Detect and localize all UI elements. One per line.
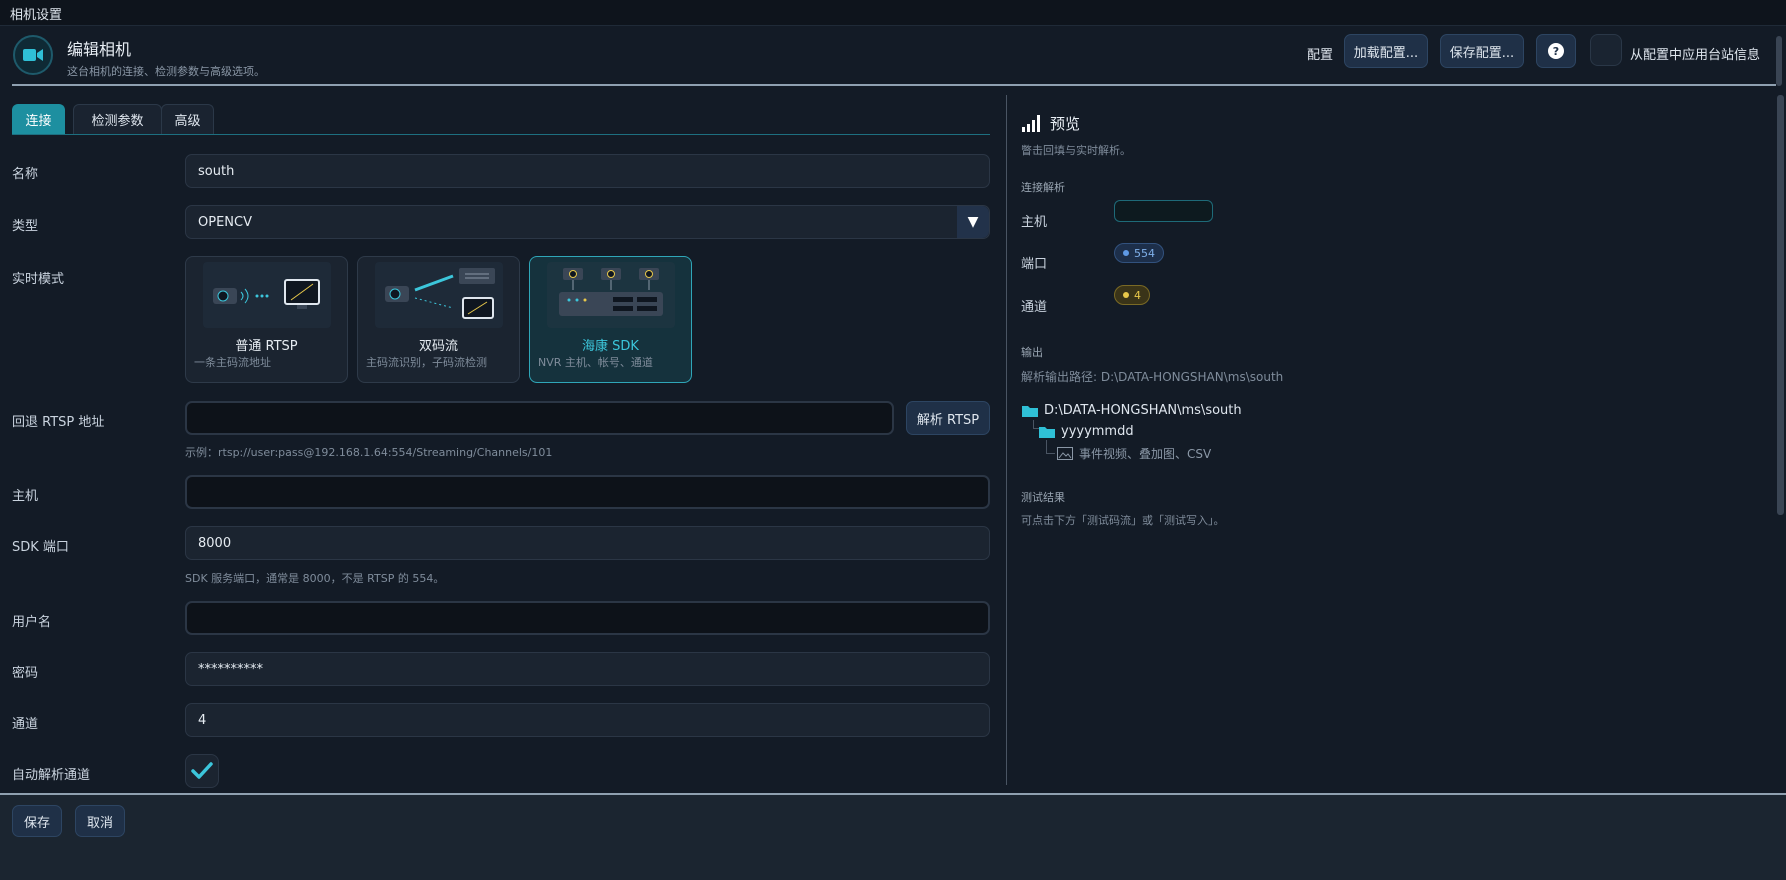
name-label: 名称 [12, 167, 39, 182]
help-icon: ? [1548, 43, 1564, 59]
mode-title-rtsp: 普通 RTSP [235, 339, 298, 354]
sdk-port-hint: SDK 服务端口，通常是 8000，不是 RTSP 的 554。 [185, 572, 445, 585]
tree-root-label: D:\DATA-HONGSHAN\ms\south [1044, 403, 1242, 418]
footer: 保存 取消 [0, 795, 1786, 880]
tab-advanced[interactable]: 高级 [161, 104, 214, 134]
nvr-illustration-icon [547, 262, 675, 328]
preview-port-label: 端口 [1021, 257, 1048, 272]
channel-label: 通道 [12, 717, 39, 732]
mode-desc-hikvision-sdk: NVR 主机、帐号、通道 [538, 356, 653, 369]
channel-badge: 4 [1114, 285, 1150, 305]
folder-icon [1039, 427, 1055, 438]
preview-subtitle: 瞥击回填与实时解析。 [1021, 144, 1131, 157]
output-section: 输出 [1021, 346, 1043, 359]
type-select[interactable]: OPENCV ▼ [185, 205, 990, 239]
rtsp-illustration-icon [203, 262, 331, 328]
tree-child-label: yyyymmdd [1061, 424, 1134, 439]
tree-leaf: 事件视频、叠加图、CSV [1057, 445, 1211, 462]
config-label: 配置 [1307, 48, 1334, 63]
chevron-down-icon[interactable]: ▼ [957, 206, 989, 238]
page-title: 编辑相机 [67, 40, 132, 59]
connection-parse-section: 连接解析 [1021, 181, 1065, 194]
auto-parse-label: 自动解析通道 [12, 768, 91, 783]
port-badge: 554 [1114, 243, 1164, 263]
header-divider [12, 84, 1776, 86]
fallback-rtsp-hint: 示例：rtsp://user:pass@192.168.1.64:554/Str… [185, 446, 553, 459]
auto-parse-checkbox[interactable] [185, 754, 219, 788]
header: 编辑相机 这台相机的连接、检测参数与高级选项。 配置 加载配置... 保存配置.… [0, 26, 1786, 86]
tab-underline [12, 134, 990, 135]
password-input[interactable]: ********** [185, 652, 990, 686]
save-config-button[interactable]: 保存配置... [1440, 34, 1524, 68]
username-input[interactable] [185, 601, 990, 635]
cancel-button[interactable]: 取消 [75, 805, 125, 837]
fallback-rtsp-input[interactable] [185, 401, 894, 435]
page-subtitle: 这台相机的连接、检测参数与高级选项。 [67, 65, 265, 78]
tree-root: D:\DATA-HONGSHAN\ms\south [1022, 403, 1242, 418]
name-input[interactable]: south [185, 154, 990, 188]
mode-desc-rtsp: 一条主码流地址 [194, 356, 271, 369]
output-path: 解析输出路径: D:\DATA-HONGSHAN\ms\south [1021, 370, 1284, 384]
tree-connector-h2 [1046, 453, 1055, 454]
username-label: 用户名 [12, 615, 52, 630]
tree-connector-2 [1046, 440, 1047, 453]
mode-title-hikvision-sdk: 海康 SDK [582, 339, 639, 354]
test-result-section: 测试结果 [1021, 491, 1065, 504]
help-button[interactable]: ? [1536, 34, 1576, 68]
preview-host-value [1114, 200, 1213, 222]
camera-icon [13, 35, 53, 75]
tab-detection[interactable]: 检测参数 [73, 104, 162, 134]
preview-host-label: 主机 [1021, 215, 1048, 230]
mode-desc-dual-stream: 主码流识别，子码流检测 [366, 356, 487, 369]
dual-stream-illustration-icon [375, 262, 503, 328]
tree-leaf-label: 事件视频、叠加图、CSV [1079, 447, 1212, 461]
apply-station-checkbox[interactable] [1590, 34, 1622, 66]
signal-icon [1022, 114, 1042, 136]
preview-scrollbar[interactable] [1777, 95, 1784, 515]
preview-channel-label: 通道 [1021, 300, 1048, 315]
load-config-button[interactable]: 加载配置... [1344, 34, 1428, 68]
host-input[interactable] [185, 475, 990, 509]
preview-title: 预览 [1050, 115, 1081, 133]
test-result-note: 可点击下方「测试码流」或「测试写入」。 [1021, 514, 1225, 527]
save-button[interactable]: 保存 [12, 805, 62, 837]
mode-title-dual-stream: 双码流 [418, 339, 458, 354]
tree-child: yyyymmdd [1039, 424, 1134, 439]
tree-connector [1033, 420, 1034, 428]
panel-divider [1006, 95, 1007, 785]
channel-badge-value: 4 [1134, 288, 1141, 302]
type-label: 类型 [12, 219, 39, 234]
sdk-port-label: SDK 端口 [12, 540, 69, 555]
type-select-value: OPENCV [198, 214, 252, 230]
image-icon [1057, 447, 1073, 460]
mode-card-dual-stream[interactable]: 双码流 主码流识别，子码流检测 [357, 256, 520, 383]
tab-connection[interactable]: 连接 [12, 104, 65, 134]
parse-rtsp-button[interactable]: 解析 RTSP [906, 401, 990, 435]
port-dot-icon [1123, 250, 1129, 256]
port-badge-value: 554 [1134, 246, 1155, 260]
folder-icon [1022, 406, 1038, 417]
host-label: 主机 [12, 489, 39, 504]
window-title: 相机设置 [0, 0, 1786, 26]
apply-station-label: 从配置中应用台站信息 [1630, 48, 1761, 63]
mode-card-rtsp[interactable]: 普通 RTSP 一条主码流地址 [185, 256, 348, 383]
mode-card-hikvision-sdk[interactable]: 海康 SDK NVR 主机、帐号、通道 [529, 256, 692, 383]
channel-dot-icon [1123, 292, 1129, 298]
check-icon [191, 762, 213, 779]
header-scrollbar[interactable] [1776, 36, 1782, 86]
mode-label: 实时模式 [12, 272, 65, 287]
fallback-rtsp-label: 回退 RTSP 地址 [12, 415, 105, 430]
channel-input[interactable]: 4 [185, 703, 990, 737]
password-label: 密码 [12, 666, 39, 681]
sdk-port-input[interactable]: 8000 [185, 526, 990, 560]
